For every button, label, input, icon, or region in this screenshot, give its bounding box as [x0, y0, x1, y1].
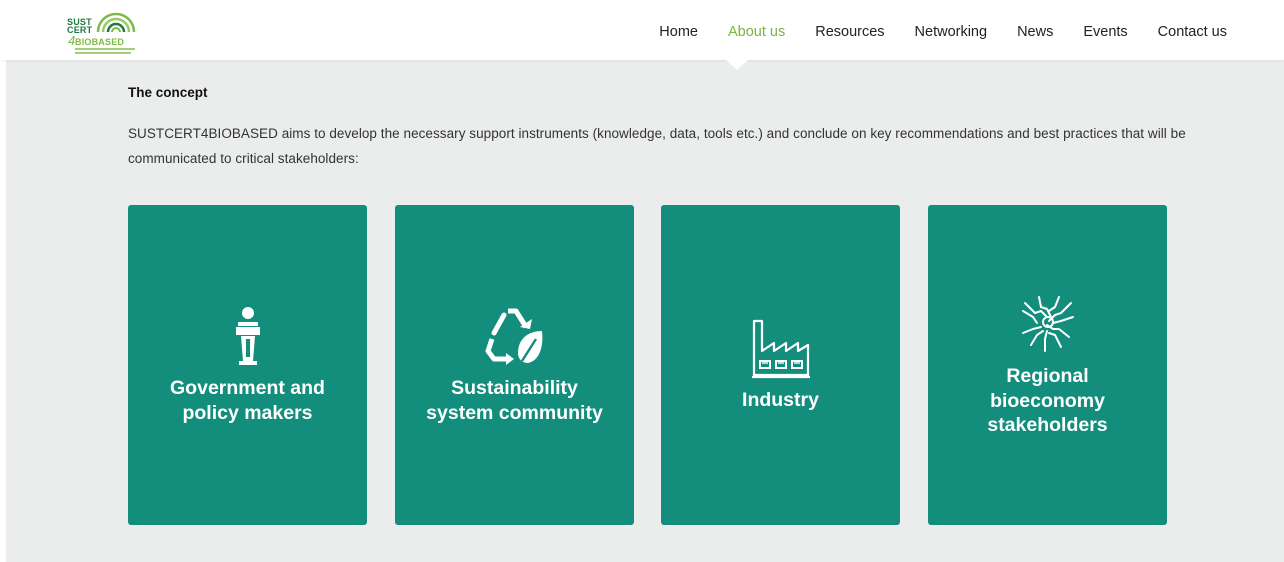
logo-tagline-line [75, 48, 135, 50]
active-nav-pointer [726, 60, 748, 70]
nav-contact-us[interactable]: Contact us [1158, 24, 1227, 40]
nav-resources[interactable]: Resources [815, 24, 884, 40]
site-header: SUST CERT 4 BIOBASED Home About us Resou… [0, 0, 1284, 60]
nav-events[interactable]: Events [1083, 24, 1127, 40]
stakeholder-card-government[interactable]: Government and policy makers [128, 205, 367, 525]
nav-home[interactable]: Home [659, 24, 698, 40]
card-label: Industry [742, 389, 819, 411]
podium-speaker-icon [235, 307, 260, 365]
card-label: Government and policy makers [170, 377, 325, 424]
logo-arcs-icon [96, 12, 136, 33]
stakeholder-card-sustainability[interactable]: Sustainability system community [395, 205, 634, 525]
nav-networking[interactable]: Networking [915, 24, 988, 40]
logo-tagline-line [75, 52, 131, 54]
concept-intro-text: SUSTCERT4BIOBASED aims to develop the ne… [128, 126, 1186, 166]
site-logo[interactable]: SUST CERT 4 BIOBASED [64, 8, 144, 54]
stakeholder-card-regional[interactable]: Regional bioeconomy stakeholders [928, 205, 1167, 525]
joined-hands-icon [1021, 296, 1074, 352]
card-label: Sustainability system community [426, 377, 603, 424]
factory-icon [751, 319, 810, 379]
stakeholder-card-industry[interactable]: Industry [661, 205, 900, 525]
nav-about-us[interactable]: About us [728, 24, 785, 40]
card-label: Regional bioeconomy stakeholders [987, 365, 1108, 436]
recycle-leaf-icon [485, 308, 542, 365]
logo-text-biobased: BIOBASED [75, 37, 125, 47]
section-title: The concept [128, 85, 208, 100]
nav-news[interactable]: News [1017, 24, 1053, 40]
main-nav: Home About us Resources Networking News … [629, 24, 1227, 40]
